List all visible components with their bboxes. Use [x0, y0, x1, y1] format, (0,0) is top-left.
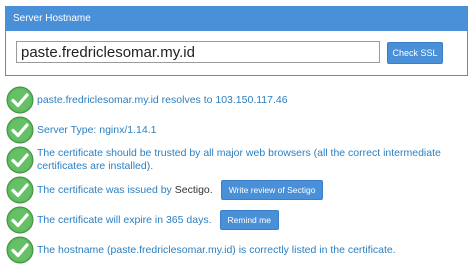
- issuer-suffix: .: [209, 183, 213, 196]
- result-text: The certificate will expire in 365 days.: [37, 213, 212, 226]
- check-circle-icon: [6, 176, 34, 204]
- remind-me-button[interactable]: Remind me: [219, 210, 279, 230]
- result-row-issuer: The certificate was issued by Sectigo. W…: [6, 176, 324, 204]
- check-circle-icon: [6, 86, 34, 114]
- result-row-hostname-listed: The hostname (paste.fredriclesomar.my.id…: [6, 236, 396, 264]
- panel-title: Server Hostname: [6, 7, 467, 31]
- server-hostname-panel: Server Hostname Check SSL: [5, 6, 468, 76]
- result-text: The certificate was issued by Sectigo.: [37, 184, 213, 197]
- result-row-server-type: Server Type: nginx/1.14.1: [6, 116, 156, 144]
- result-text: paste.fredriclesomar.my.id resolves to 1…: [37, 93, 288, 106]
- check-circle-icon: [6, 236, 34, 264]
- result-text: The hostname (paste.fredriclesomar.my.id…: [37, 243, 396, 256]
- result-text: The certificate should be trusted by all…: [37, 147, 441, 173]
- check-circle-icon: [6, 146, 34, 174]
- hostname-input[interactable]: [16, 41, 380, 63]
- issuer-prefix: The certificate was issued by: [37, 183, 175, 196]
- write-review-button[interactable]: Write review of Sectigo: [220, 180, 324, 200]
- result-text: Server Type: nginx/1.14.1: [37, 123, 157, 136]
- result-row-expiry: The certificate will expire in 365 days.…: [6, 206, 279, 234]
- check-circle-icon: [6, 116, 34, 144]
- check-ssl-button[interactable]: Check SSL: [387, 42, 443, 64]
- result-row-resolves: paste.fredriclesomar.my.id resolves to 1…: [6, 86, 288, 114]
- issuer-name: Sectigo: [174, 183, 210, 196]
- check-circle-icon: [6, 206, 34, 234]
- result-text-line-2: certificates are installed).: [37, 160, 154, 172]
- result-text-line-1: The certificate should be trusted by all…: [37, 147, 441, 159]
- result-row-trusted: The certificate should be trusted by all…: [6, 146, 441, 174]
